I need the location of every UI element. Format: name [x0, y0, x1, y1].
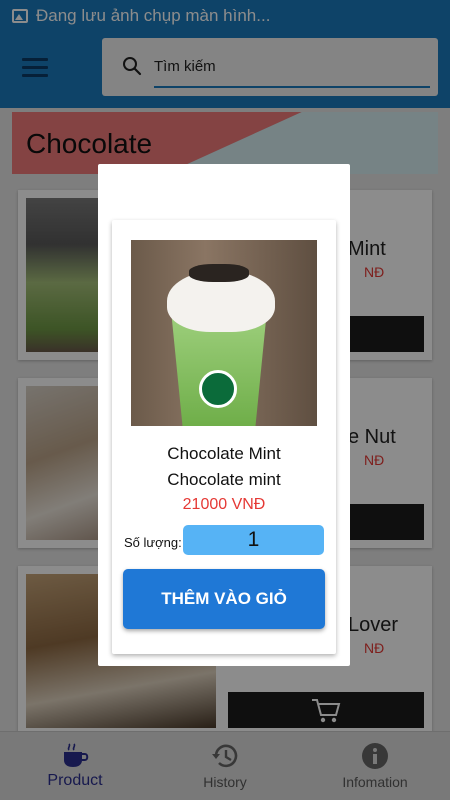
product-detail-card: Chocolate Mint Chocolate mint 21000 VNĐ … — [112, 220, 336, 654]
product-dialog: Chocolate Mint Chocolate mint 21000 VNĐ … — [98, 164, 350, 666]
quantity-label: Số lượng: — [124, 535, 182, 550]
product-photo — [131, 240, 317, 426]
add-to-cart-button[interactable]: THÊM VÀO GIỎ — [123, 569, 325, 629]
product-price: 21000 VNĐ — [182, 496, 266, 513]
product-description: Chocolate mint — [167, 470, 281, 489]
quantity-input[interactable]: 1 — [183, 525, 324, 555]
product-name: Chocolate Mint — [167, 444, 281, 463]
